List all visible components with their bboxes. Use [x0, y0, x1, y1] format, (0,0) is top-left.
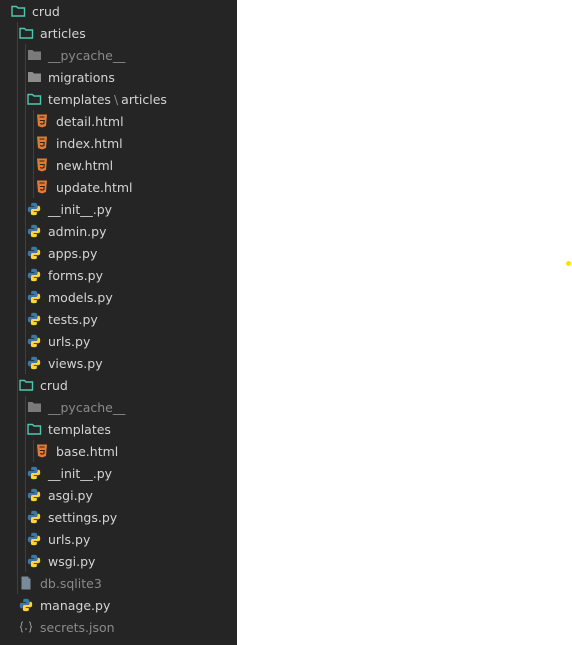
tree-file-html[interactable]: index.html	[0, 132, 237, 154]
python-icon	[26, 355, 42, 371]
tree-label: settings.py	[48, 509, 118, 525]
tree-label: __pycache__	[48, 47, 126, 63]
html5-icon	[34, 113, 50, 129]
folder-open-icon	[26, 91, 42, 107]
python-icon	[26, 333, 42, 349]
folder-open-icon	[10, 3, 26, 19]
tree-label: urls.py	[48, 531, 91, 547]
python-icon	[26, 245, 42, 261]
tree-folder-templates[interactable]: templates	[0, 418, 237, 440]
folder-open-icon	[18, 377, 34, 393]
tree-file-python[interactable]: __init__.py	[0, 462, 237, 484]
folder-open-icon	[18, 25, 34, 41]
folder-icon	[26, 399, 42, 415]
tree-label: secrets.json	[40, 619, 115, 635]
file-tree: crud articles __pycache__ migrations tem…	[0, 0, 237, 645]
python-icon	[26, 509, 42, 525]
html5-icon	[34, 157, 50, 173]
folder-icon	[26, 47, 42, 63]
tree-label: forms.py	[48, 267, 103, 283]
tree-label: new.html	[56, 157, 114, 173]
tree-folder-templates-articles[interactable]: templates \ articles	[0, 88, 237, 110]
tree-label: templates	[48, 91, 111, 107]
tree-folder-pycache[interactable]: __pycache__	[0, 396, 237, 418]
python-icon	[26, 311, 42, 327]
html5-icon	[34, 443, 50, 459]
tree-file-python[interactable]: __init__.py	[0, 198, 237, 220]
json-icon	[18, 619, 34, 635]
tree-folder-articles[interactable]: articles	[0, 22, 237, 44]
tree-file-python[interactable]: asgi.py	[0, 484, 237, 506]
tree-label: models.py	[48, 289, 113, 305]
tree-file-json[interactable]: secrets.json	[0, 616, 237, 638]
python-icon	[26, 553, 42, 569]
tree-label: base.html	[56, 443, 119, 459]
path-separator: \	[113, 91, 119, 107]
tree-file-python[interactable]: models.py	[0, 286, 237, 308]
tree-file-python[interactable]: forms.py	[0, 264, 237, 286]
tree-file-python[interactable]: views.py	[0, 352, 237, 374]
python-icon	[26, 531, 42, 547]
tree-file-html[interactable]: base.html	[0, 440, 237, 462]
tree-file-database[interactable]: db.sqlite3	[0, 572, 237, 594]
tree-folder-migrations[interactable]: migrations	[0, 66, 237, 88]
tree-file-python[interactable]: settings.py	[0, 506, 237, 528]
tree-file-html[interactable]: new.html	[0, 154, 237, 176]
python-icon	[26, 267, 42, 283]
tree-label: index.html	[56, 135, 123, 151]
tree-label: articles	[40, 25, 86, 41]
tree-label: articles	[121, 91, 167, 107]
tree-folder-crud[interactable]: crud	[0, 374, 237, 396]
html5-icon	[34, 179, 50, 195]
tree-label: wsgi.py	[48, 553, 96, 569]
python-icon	[26, 201, 42, 217]
tree-label: db.sqlite3	[40, 575, 102, 591]
tree-folder-crud-root[interactable]: crud	[0, 0, 237, 22]
tree-file-python[interactable]: admin.py	[0, 220, 237, 242]
tree-file-python[interactable]: urls.py	[0, 330, 237, 352]
file-explorer: crud articles __pycache__ migrations tem…	[0, 0, 237, 645]
tree-folder-pycache[interactable]: __pycache__	[0, 44, 237, 66]
tree-label: asgi.py	[48, 487, 93, 503]
tree-label: __init__.py	[48, 201, 113, 217]
tree-file-html[interactable]: detail.html	[0, 110, 237, 132]
python-icon	[26, 223, 42, 239]
html5-icon	[34, 135, 50, 151]
tree-file-python[interactable]: tests.py	[0, 308, 237, 330]
python-icon	[26, 289, 42, 305]
tree-label: crud	[32, 3, 60, 19]
tree-file-html[interactable]: update.html	[0, 176, 237, 198]
tree-file-python[interactable]: urls.py	[0, 528, 237, 550]
python-icon	[26, 465, 42, 481]
tree-label: views.py	[48, 355, 103, 371]
tree-label: __init__.py	[48, 465, 113, 481]
tree-label: apps.py	[48, 245, 98, 261]
database-icon	[18, 575, 34, 591]
cursor-dot	[566, 261, 571, 266]
tree-label: crud	[40, 377, 68, 393]
folder-open-icon	[26, 421, 42, 437]
tree-label: __pycache__	[48, 399, 126, 415]
tree-label: migrations	[48, 69, 115, 85]
tree-label: templates	[48, 421, 111, 437]
tree-label: manage.py	[40, 597, 111, 613]
tree-file-python[interactable]: apps.py	[0, 242, 237, 264]
tree-label: urls.py	[48, 333, 91, 349]
tree-label: detail.html	[56, 113, 124, 129]
tree-label: tests.py	[48, 311, 98, 327]
tree-file-python[interactable]: wsgi.py	[0, 550, 237, 572]
tree-label: admin.py	[48, 223, 107, 239]
python-icon	[18, 597, 34, 613]
folder-icon	[26, 69, 42, 85]
tree-file-python[interactable]: manage.py	[0, 594, 237, 616]
tree-label: update.html	[56, 179, 133, 195]
python-icon	[26, 487, 42, 503]
